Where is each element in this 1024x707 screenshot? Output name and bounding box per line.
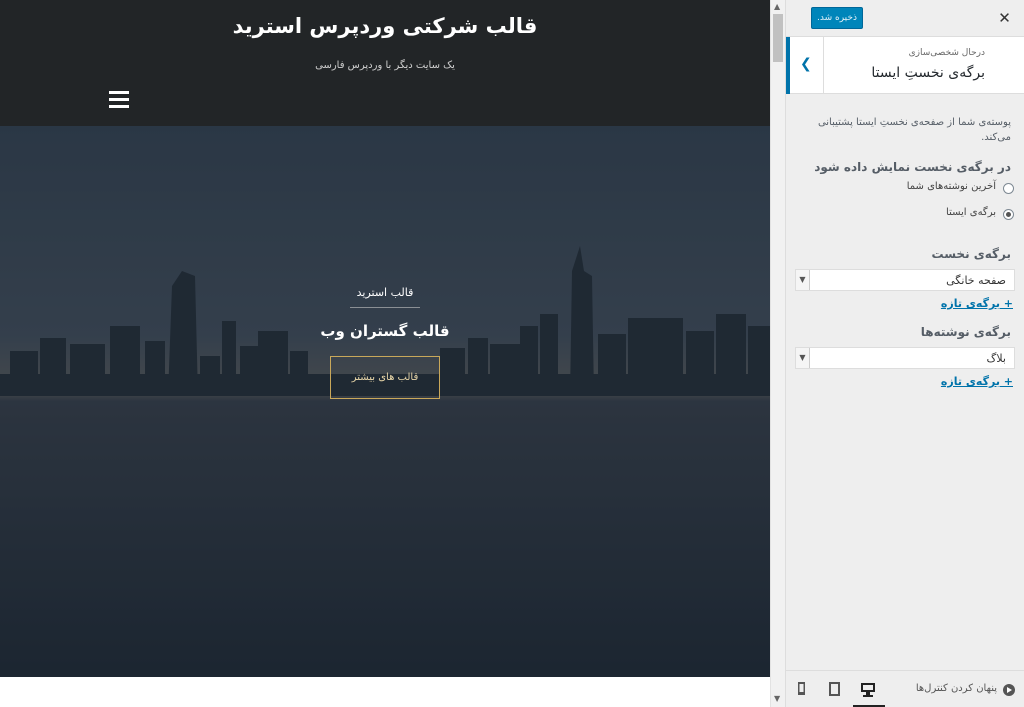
front-page-select[interactable]: صفحه خانگی ▼ xyxy=(795,269,1015,291)
tablet-icon[interactable] xyxy=(819,678,849,707)
site-header: قالب شرکتی وردپرس استرید یک سایت دیگر با… xyxy=(0,0,770,126)
customizer-panel: ✕ ذخیره شد. ❮ درحال شخصی‌سازی برگه‌ی نخس… xyxy=(785,0,1024,707)
radio-label: برگه‌ی ایستا xyxy=(946,207,996,218)
save-button[interactable]: ذخیره شد. xyxy=(811,7,863,29)
more-themes-button[interactable]: قالب های بیشتر xyxy=(330,356,440,399)
close-icon[interactable]: ✕ xyxy=(985,0,1024,37)
radio-button[interactable] xyxy=(1003,183,1014,194)
select-value: صفحه خانگی xyxy=(946,274,1006,287)
front-page-label: برگه‌ی نخست xyxy=(931,247,1011,261)
hero-divider xyxy=(350,307,420,308)
section-description: پوسته‌ی شما از صفحه‌ی نخستِ ایستا پشتیبا… xyxy=(817,117,1011,143)
radio-button-checked[interactable] xyxy=(1003,209,1014,220)
mobile-icon[interactable] xyxy=(786,678,816,707)
chevron-left-icon: ❮ xyxy=(800,56,812,72)
play-circle-icon xyxy=(1003,684,1015,696)
back-button[interactable]: ❮ xyxy=(786,37,824,94)
hero-heading: قالب گستران وب xyxy=(320,322,450,340)
desktop-icon[interactable] xyxy=(853,678,885,707)
chevron-down-icon: ▼ xyxy=(796,270,810,290)
customizer-header: ✕ ذخیره شد. xyxy=(786,0,1024,37)
posts-page-select[interactable]: بلاگ ▼ xyxy=(795,347,1015,369)
scroll-up-icon[interactable]: ▲ xyxy=(774,2,780,11)
show-on-front-label: در برگه‌ی نخست نمایش داده شود xyxy=(814,160,1011,174)
customizer-footer: پنهان کردن کنترل‌ها xyxy=(786,670,1024,707)
radio-latest-posts[interactable]: آخرین نوشته‌های شما xyxy=(874,181,1014,197)
scroll-down-icon[interactable]: ▼ xyxy=(774,694,780,703)
posts-page-label: برگه‌ی نوشته‌ها xyxy=(920,325,1011,339)
hamburger-icon[interactable] xyxy=(109,91,129,108)
site-tagline: یک سایت دیگر با وردپرس فارسی xyxy=(315,60,455,71)
chevron-down-icon: ▼ xyxy=(796,348,810,368)
section-title-bar: ❮ درحال شخصی‌سازی برگه‌ی نخستِ ایستا xyxy=(786,37,1024,94)
site-title[interactable]: قالب شرکتی وردپرس استرید xyxy=(0,14,770,38)
hero-kicker: قالب استرید xyxy=(356,286,414,299)
radio-static-page[interactable]: برگه‌ی ایستا xyxy=(874,207,1014,223)
select-value: بلاگ xyxy=(986,352,1006,365)
preview-scrollbar[interactable]: ▲ ▼ xyxy=(770,0,785,707)
add-new-page-link[interactable]: + برگه‌ی تازه xyxy=(941,375,1013,388)
site-preview: قالب شرکتی وردپرس استرید یک سایت دیگر با… xyxy=(0,0,770,707)
hero-content: قالب استرید قالب گستران وب قالب های بیشت… xyxy=(285,286,485,399)
add-new-page-link[interactable]: + برگه‌ی تازه xyxy=(941,297,1013,310)
radio-label: آخرین نوشته‌های شما xyxy=(906,181,996,192)
section-title: برگه‌ی نخستِ ایستا xyxy=(871,65,985,81)
hero-section: قالب استرید قالب گستران وب قالب های بیشت… xyxy=(0,126,770,677)
hide-controls-label: پنهان کردن کنترل‌ها xyxy=(915,683,997,694)
scroll-thumb[interactable] xyxy=(773,14,783,62)
breadcrumb: درحال شخصی‌سازی xyxy=(908,48,985,58)
